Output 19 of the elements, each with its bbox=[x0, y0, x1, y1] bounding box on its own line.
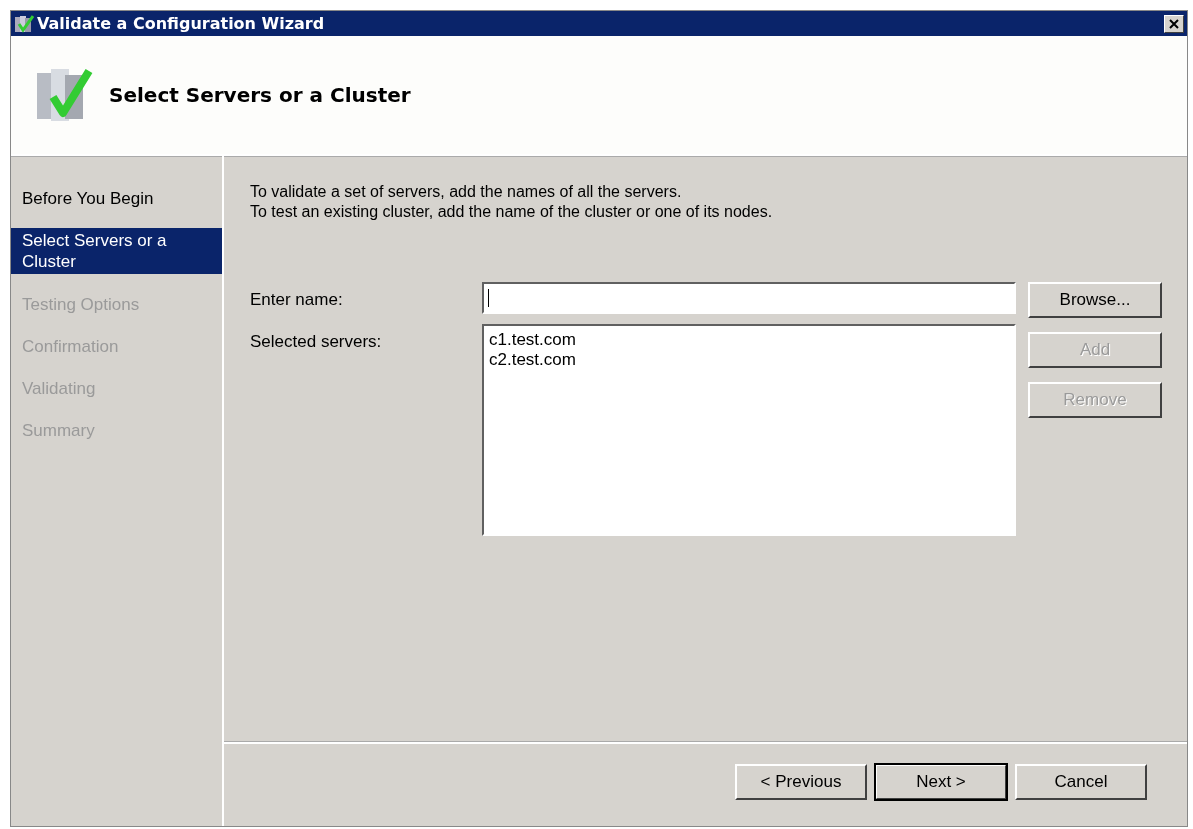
server-item[interactable]: c2.test.com bbox=[489, 350, 1009, 370]
servers-check-icon bbox=[14, 13, 34, 34]
instruction-text: To test an existing cluster, add the name of the cluster or one of its nodes. bbox=[250, 202, 774, 222]
wizard-button[interactable]: Cancel bbox=[1015, 764, 1147, 800]
wizard-button[interactable]: Next > bbox=[875, 764, 1007, 800]
instruction-text: To validate a set of servers, add the names of all the servers. bbox=[250, 182, 683, 202]
window-title: Validate a Configuration Wizard bbox=[37, 14, 326, 33]
servers-list[interactable]: c1.test.com c2.test.com bbox=[482, 324, 1016, 536]
name-input-field[interactable] bbox=[482, 282, 1016, 314]
step-item[interactable]: Before You Begin bbox=[11, 186, 222, 211]
page-heading: Select Servers or a Cluster bbox=[109, 83, 411, 107]
field-label: Selected servers: bbox=[250, 331, 383, 352]
wizard-button[interactable]: < Previous bbox=[735, 764, 867, 800]
close-button[interactable] bbox=[1164, 14, 1184, 33]
field-label: Enter name: bbox=[250, 289, 344, 310]
step-item[interactable]: Select Servers or a Cluster bbox=[11, 228, 222, 274]
close-icon bbox=[1169, 18, 1179, 29]
server-item[interactable]: c1.test.com bbox=[489, 330, 1009, 350]
action-button[interactable]: Browse... bbox=[1028, 282, 1162, 318]
